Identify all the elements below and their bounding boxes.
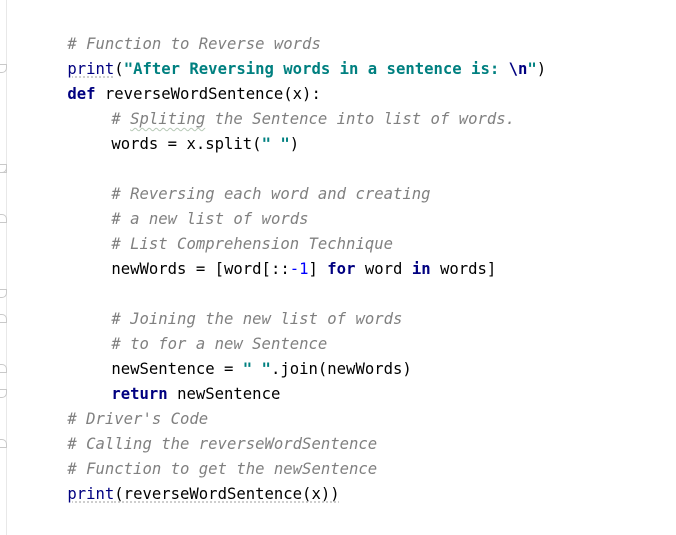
fold-marker-icon[interactable] — [0, 364, 7, 373]
code-escape: \n — [508, 60, 528, 78]
code-number: -1 — [289, 260, 309, 278]
fold-marker-icon[interactable] — [0, 214, 7, 223]
code-text: ] — [308, 260, 328, 278]
fold-marker-icon[interactable] — [0, 64, 7, 73]
code-keyword: for — [327, 260, 356, 278]
code-comment: # a new list of words — [111, 210, 309, 228]
code-comment: # List Comprehension Technique — [111, 235, 393, 253]
code-string: " " — [242, 360, 271, 378]
editor-gutter — [0, 0, 7, 535]
code-punctuation: ( — [114, 60, 124, 78]
code-text: reverseWordSentence(x): — [95, 85, 321, 103]
code-editor[interactable]: # Function to Reverse words print("After… — [0, 0, 676, 535]
fold-marker-icon[interactable] — [0, 439, 7, 448]
code-line[interactable]: # Joining the new list of words — [11, 282, 671, 328]
code-string: " " — [261, 135, 290, 153]
code-string: " — [527, 60, 537, 78]
code-comment: the Sentence into list of words. — [205, 110, 516, 128]
code-text: word — [355, 260, 412, 278]
code-keyword: def — [67, 85, 96, 103]
code-lines: # Function to Reverse words print("After… — [11, 7, 671, 503]
code-comment: # Function to get the newSentence — [67, 460, 378, 478]
code-text: newSentence = — [111, 360, 243, 378]
code-text: newSentence — [167, 385, 281, 403]
code-comment: # Function to Reverse words — [67, 35, 321, 53]
code-comment: # Joining the new list of words — [111, 310, 403, 328]
code-text: ) — [289, 135, 300, 153]
code-comment: # Reversing each word and creating — [111, 185, 431, 203]
code-text: words] — [430, 260, 497, 278]
code-text: (reverseWordSentence(x)) — [114, 485, 340, 503]
fold-marker-icon[interactable] — [0, 314, 7, 323]
fold-marker-icon[interactable] — [0, 389, 7, 398]
code-line[interactable]: # Reversing each word and creating — [11, 157, 671, 203]
code-comment: # to for a new Sentence — [111, 335, 328, 353]
code-comment: # — [111, 110, 131, 128]
code-builtin: print — [67, 485, 115, 503]
code-comment: # Calling the reverseWordSentence — [67, 435, 378, 453]
code-line[interactable]: # Function to Reverse words — [11, 7, 671, 53]
code-keyword: in — [411, 260, 431, 278]
code-text: words = x.split( — [111, 135, 262, 153]
code-string: "After Reversing words in a sentence is: — [123, 60, 509, 78]
fold-marker-icon[interactable] — [0, 289, 7, 298]
code-punctuation: ) — [536, 60, 547, 78]
code-text: .join(newWords) — [270, 360, 412, 378]
spelling-warning[interactable]: Spliting — [130, 110, 205, 128]
code-comment: # Driver's Code — [67, 410, 209, 428]
code-builtin: print — [67, 60, 115, 78]
code-keyword: return — [111, 385, 168, 403]
code-text: newWords = [word[:: — [111, 260, 290, 278]
